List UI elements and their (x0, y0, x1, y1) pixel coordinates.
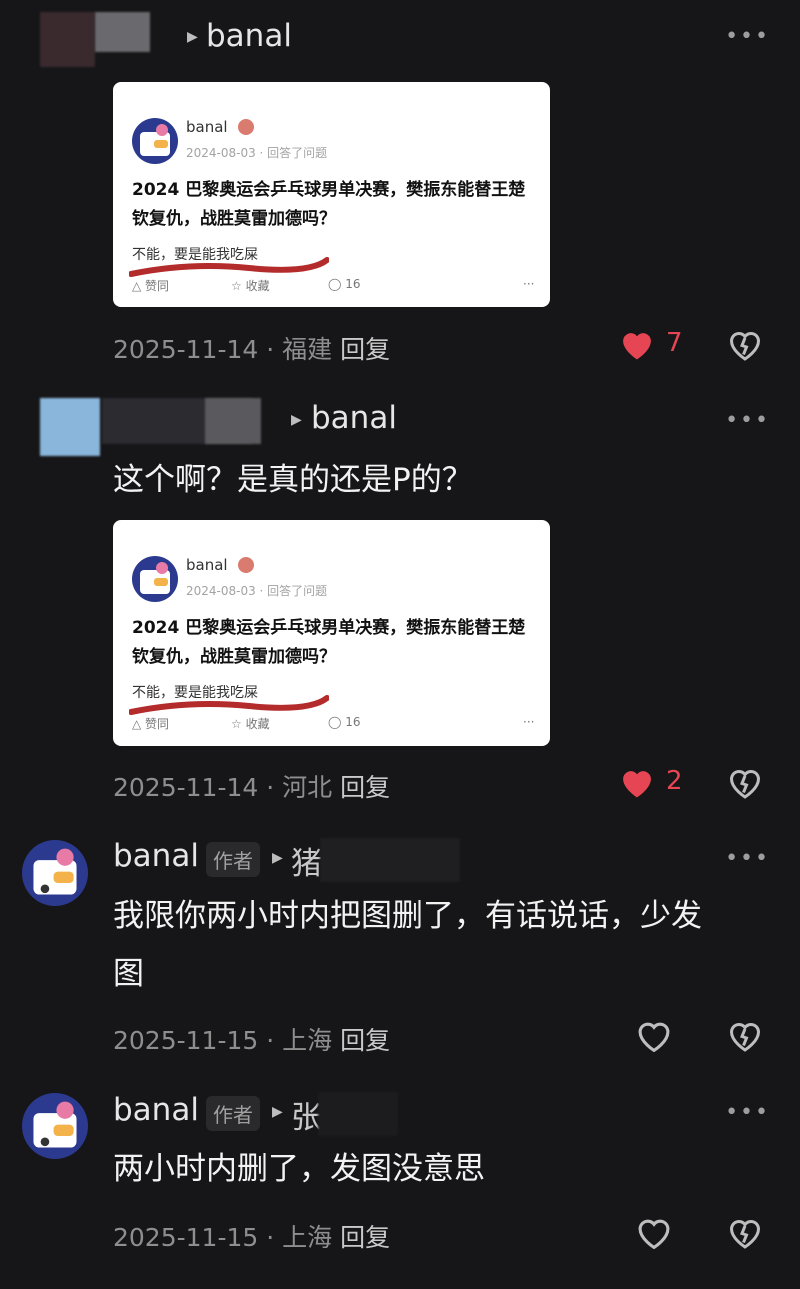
card-comments: ◯ 16 (328, 277, 361, 291)
reply-arrow-icon: ▶ (272, 1104, 283, 1120)
heart-icon[interactable] (635, 1018, 673, 1052)
card-comment-count: 16 (345, 715, 361, 729)
redacted-username-2 (205, 398, 261, 444)
card-more-icon: ··· (523, 277, 535, 291)
comment-text-line-1: 我限你两小时内把图删了，有话说话，少发 (113, 898, 702, 934)
reply-button[interactable]: 回复 (340, 773, 390, 802)
card-upvote-label: 赞同 (145, 717, 170, 731)
card-comment-count: 16 (345, 277, 361, 291)
card-avatar (132, 556, 178, 602)
comment-date: 2025-11-14 (113, 335, 259, 364)
broken-heart-icon[interactable] (727, 327, 763, 361)
broken-heart-icon[interactable] (727, 765, 763, 799)
card-badge-icon (238, 119, 254, 135)
more-icon[interactable]: ••• (725, 846, 770, 871)
redacted-avatar (40, 12, 95, 67)
card-meta: 2024-08-03 · 回答了问题 (186, 584, 328, 598)
card-upvote: △ 赞同 (132, 279, 170, 293)
more-icon[interactable]: ••• (725, 1100, 770, 1125)
card-favorite-label: 收藏 (245, 279, 270, 293)
comment-username[interactable]: banal (113, 838, 199, 874)
comment-text-line-2: 图 (113, 956, 144, 992)
comment-date: 2025-11-15 (113, 1223, 259, 1252)
more-icon[interactable]: ••• (725, 24, 770, 49)
redacted-username (320, 838, 460, 882)
reply-button[interactable]: 回复 (340, 335, 390, 364)
reply-to-username[interactable]: banal (311, 400, 397, 436)
heart-icon[interactable] (635, 1215, 673, 1249)
redacted-username (95, 12, 150, 52)
comment-meta: 2025-11-14 · 福建 回复 (113, 335, 391, 364)
like-count: 2 (666, 766, 683, 796)
comment-location: 上海 (282, 1223, 333, 1252)
card-upvote-label: 赞同 (145, 279, 170, 293)
card-badge-icon (238, 557, 254, 573)
redacted-username (318, 1092, 398, 1136)
comment-date: 2025-11-14 (113, 773, 259, 802)
reply-button[interactable]: 回复 (340, 1223, 390, 1252)
comment-meta: 2025-11-15 · 上海 回复 (113, 1223, 391, 1252)
comment-location: 河北 (282, 773, 333, 802)
embedded-image[interactable]: banal 2024-08-03 · 回答了问题 2024 巴黎奥运会乒乓球男单… (113, 82, 550, 307)
embedded-image[interactable]: banal 2024-08-03 · 回答了问题 2024 巴黎奥运会乒乓球男单… (113, 520, 550, 746)
card-question-title: 2024 巴黎奥运会乒乓球男单决赛，樊振东能替王楚钦复仇，战胜莫雷加德吗？ (132, 180, 526, 229)
card-username: banal (186, 556, 228, 574)
reply-button[interactable]: 回复 (340, 1026, 390, 1055)
comment-text: 两小时内删了，发图没意思 (113, 1151, 485, 1187)
comment-date: 2025-11-15 (113, 1026, 259, 1055)
reply-to-username[interactable]: banal (206, 18, 292, 54)
comment-text: 这个啊？是真的还是P的？ (113, 462, 473, 498)
reply-arrow-icon: ▶ (272, 850, 283, 866)
comment-location: 上海 (282, 1026, 333, 1055)
comment-meta: 2025-11-14 · 河北 回复 (113, 773, 391, 802)
card-avatar (132, 118, 178, 164)
comment-username[interactable]: banal (113, 1092, 199, 1128)
reply-arrow-icon: ▶ (291, 412, 302, 428)
comment-text: 我限你两小时内把图删了，有话说话，少发 图 (113, 887, 702, 1003)
author-tag: 作者 (206, 1096, 260, 1131)
heart-icon[interactable] (618, 765, 656, 799)
comment-location: 福建 (282, 335, 333, 364)
author-tag: 作者 (206, 842, 260, 877)
card-favorite-label: 收藏 (245, 717, 270, 731)
reply-arrow-icon: ▶ (187, 29, 198, 45)
avatar[interactable] (22, 1093, 88, 1159)
card-username: banal (186, 118, 228, 136)
card-favorite: ☆ 收藏 (231, 279, 270, 293)
redacted-avatar (40, 398, 100, 456)
card-comments: ◯ 16 (328, 715, 361, 729)
avatar[interactable] (22, 840, 88, 906)
reply-to-username[interactable]: 猪 (291, 838, 322, 883)
comment-meta: 2025-11-15 · 上海 回复 (113, 1026, 391, 1055)
more-icon[interactable]: ••• (725, 408, 770, 433)
card-favorite: ☆ 收藏 (231, 717, 270, 731)
broken-heart-icon[interactable] (727, 1215, 763, 1249)
like-count: 7 (666, 328, 683, 358)
heart-icon[interactable] (618, 327, 656, 361)
card-upvote: △ 赞同 (132, 717, 170, 731)
card-question-title: 2024 巴黎奥运会乒乓球男单决赛，樊振东能替王楚钦复仇，战胜莫雷加德吗？ (132, 618, 526, 667)
card-meta: 2024-08-03 · 回答了问题 (186, 146, 328, 160)
broken-heart-icon[interactable] (727, 1018, 763, 1052)
card-more-icon: ··· (523, 715, 535, 729)
